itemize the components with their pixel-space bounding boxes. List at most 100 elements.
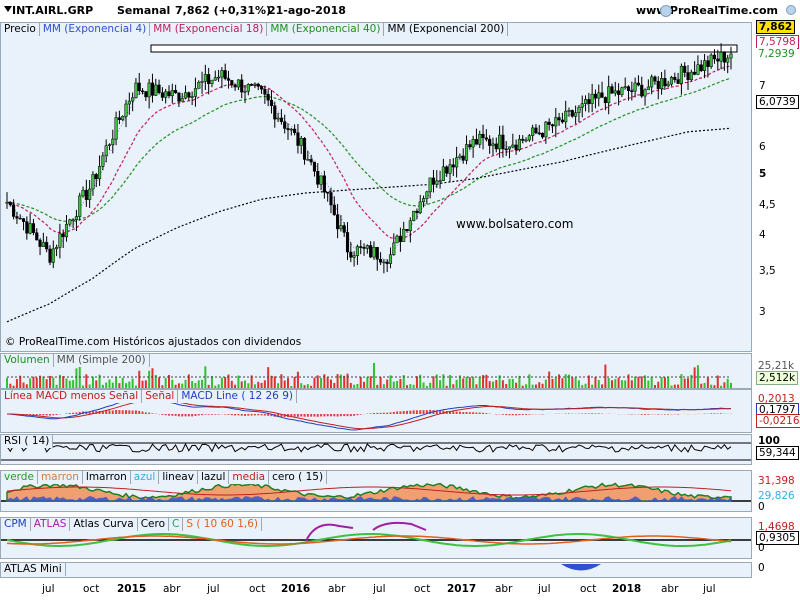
- volume-panel[interactable]: Volumen MM (Simple 200): [0, 353, 752, 389]
- volume-bar: [442, 374, 445, 388]
- candle-body: [326, 191, 330, 194]
- macd-hist-bar: [191, 414, 194, 417]
- volume-bar: [237, 375, 240, 388]
- legend-cero[interactable]: cero ( 15): [269, 471, 328, 484]
- macd-panel[interactable]: Línea MACD menos Señal Señal MACD Line (…: [0, 389, 752, 433]
- macd-hist-bar: [594, 413, 597, 414]
- minimize-icon[interactable]: [660, 5, 672, 17]
- macd-hist-bar: [174, 414, 177, 416]
- macd-hist-bar: [224, 414, 227, 415]
- volume-bar: [121, 377, 124, 388]
- volume-bar: [230, 380, 233, 388]
- volume-bar: [564, 374, 567, 388]
- candle-body: [405, 228, 409, 232]
- volume-bar: [723, 382, 726, 388]
- atlas-mini-panel[interactable]: ATLAS Mini: [0, 562, 752, 578]
- candle-body: [299, 138, 303, 146]
- candle-body: [289, 128, 293, 131]
- volume-bar: [637, 376, 640, 388]
- candle-body: [319, 175, 323, 185]
- candle-body: [435, 180, 439, 185]
- price-panel[interactable]: Precio MM (Exponencial 4) MM (Exponencia…: [0, 22, 752, 352]
- price-scale[interactable]: 7 6 5 4,5 4 3,5 3: [752, 22, 800, 352]
- candle-body: [107, 144, 112, 146]
- volume-bar: [45, 379, 48, 388]
- volume-bar: [151, 368, 154, 388]
- legend-signal[interactable]: Señal: [142, 390, 179, 403]
- macd-hist-bar: [710, 413, 713, 414]
- legend-rsi[interactable]: RSI ( 14): [1, 435, 54, 448]
- legend-cero-cpm[interactable]: Cero: [137, 518, 170, 531]
- legend-volumen[interactable]: Volumen: [1, 354, 54, 367]
- candle-body: [402, 228, 406, 242]
- x-label: 2018: [612, 583, 642, 595]
- legend-lmarron[interactable]: lmarron: [82, 471, 131, 484]
- candle-body: [431, 177, 436, 185]
- cpm-panel[interactable]: CPM ATLAS Atlas Curva Cero C S ( 10 60 1…: [0, 517, 752, 559]
- legend-macd-hist[interactable]: Línea MACD menos Señal: [1, 390, 143, 403]
- legend-precio[interactable]: Precio: [1, 23, 40, 36]
- candle-body: [448, 164, 452, 174]
- legend-verde[interactable]: verde: [1, 471, 38, 484]
- volume-bar: [29, 378, 32, 388]
- x-axis[interactable]: jul oct 2015 abr jul oct 2016 abr jul oc…: [0, 578, 752, 600]
- candle-body: [703, 60, 707, 71]
- legend-lazul[interactable]: lazul: [197, 471, 230, 484]
- legend-azul[interactable]: azul: [130, 471, 160, 484]
- legend-volume-ma[interactable]: MM (Simple 200): [53, 354, 150, 367]
- legend-media[interactable]: media: [229, 471, 270, 484]
- candle-body: [78, 195, 82, 217]
- candle-body: [98, 166, 102, 180]
- volume-bar: [184, 379, 187, 388]
- legend-ema200[interactable]: MM (Exponencial 200): [384, 23, 509, 36]
- volume-bar: [415, 376, 418, 388]
- volume-bar: [455, 379, 458, 388]
- close-icon[interactable]: [786, 5, 796, 15]
- macd-hist-bar: [320, 414, 323, 417]
- legend-c[interactable]: C: [169, 518, 184, 531]
- dropdown-icon[interactable]: [4, 6, 12, 12]
- candle-body: [597, 92, 601, 99]
- macd-hist-bar: [230, 414, 233, 416]
- macd-hist-bar: [482, 412, 485, 414]
- atlas-mini-legend: ATLAS Mini: [1, 563, 66, 576]
- macd-hist-bar: [382, 412, 385, 414]
- legend-lineav[interactable]: lineav: [159, 471, 198, 484]
- legend-cpm[interactable]: CPM: [1, 518, 31, 531]
- candle-body: [12, 204, 16, 217]
- candle-body: [207, 74, 211, 84]
- volume-bar: [726, 378, 729, 388]
- candle-body: [64, 223, 69, 238]
- volume-bar: [201, 379, 204, 388]
- volume-bar: [115, 376, 118, 388]
- candle-body: [223, 70, 227, 79]
- legend-marron[interactable]: marron: [37, 471, 83, 484]
- legend-ema4[interactable]: MM (Exponencial 4): [39, 23, 151, 36]
- legend-s[interactable]: S ( 10 60 1,6): [183, 518, 262, 531]
- candle-body: [190, 96, 194, 98]
- macd-hist-bar: [187, 414, 190, 417]
- candle-body: [428, 177, 432, 193]
- ema18-label: 7,5798: [756, 35, 799, 49]
- volume-bar: [72, 380, 75, 388]
- candle-body: [534, 127, 538, 134]
- legend-ema40[interactable]: MM (Exponencial 40): [267, 23, 385, 36]
- legend-macd-line[interactable]: MACD Line ( 12 26 9): [178, 390, 297, 403]
- volume-bar: [468, 377, 471, 388]
- candle-body: [124, 103, 128, 117]
- macd-hist-bar: [501, 414, 504, 415]
- price-legend: Precio MM (Exponencial 4) MM (Exponencia…: [1, 23, 509, 36]
- macd-hist-bar: [167, 414, 170, 416]
- legend-atlas[interactable]: ATLAS: [30, 518, 71, 531]
- legend-ema18[interactable]: MM (Exponencial 18): [150, 23, 268, 36]
- rsi-panel[interactable]: RSI ( 14): [0, 434, 752, 465]
- volume-bar: [706, 377, 709, 388]
- candle-body: [517, 138, 521, 151]
- tick-4: 4: [759, 229, 766, 241]
- legend-atlas-curva[interactable]: Atlas Curva: [70, 518, 138, 531]
- candle-body: [332, 204, 336, 216]
- candle-body: [342, 225, 346, 233]
- color-indicator-panel[interactable]: verde marron lmarron azul lineav lazul m…: [0, 470, 752, 512]
- macd-hist-bar: [452, 411, 455, 414]
- legend-atlas-mini[interactable]: ATLAS Mini: [1, 563, 66, 576]
